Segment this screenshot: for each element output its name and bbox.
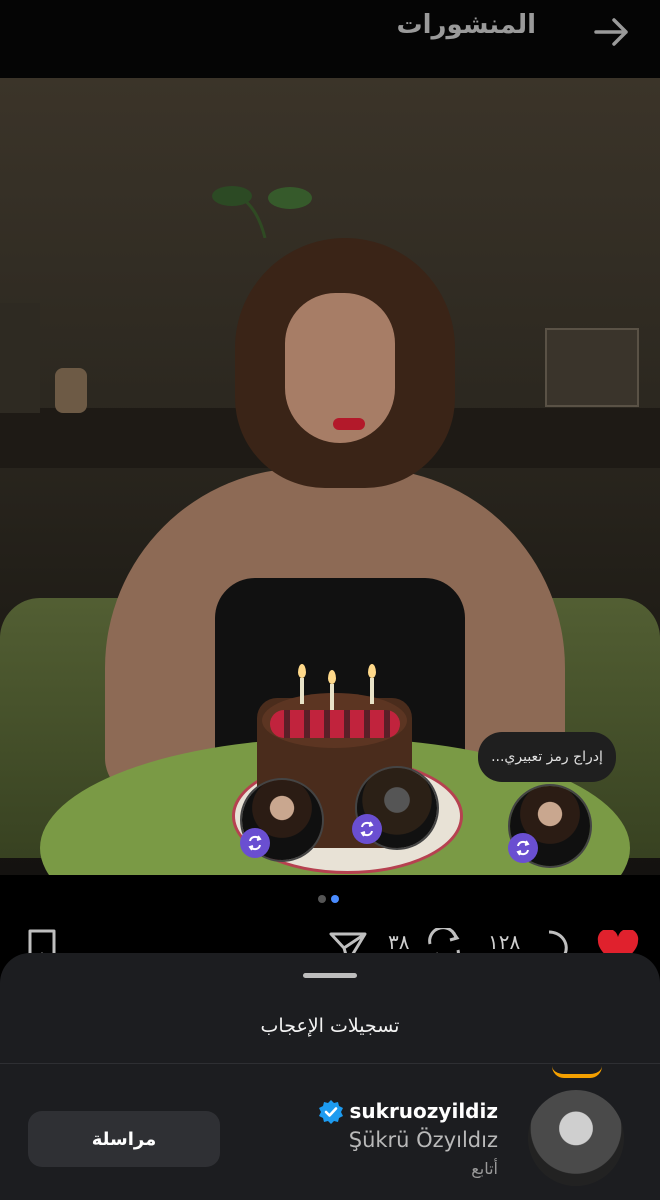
verified-badge-icon <box>319 1100 343 1124</box>
follow-status: أتابع <box>471 1159 498 1178</box>
plant <box>212 186 312 238</box>
emoji-prompt-bubble[interactable]: إدراج رمز تعبيري... <box>478 732 616 782</box>
candle <box>330 684 334 710</box>
carousel-indicator <box>318 895 348 905</box>
comment-count: ١٢٨ <box>488 930 521 954</box>
repost-badge-icon <box>508 833 538 863</box>
carousel-dot-active <box>331 895 339 903</box>
page-title: المنشورات <box>396 10 536 40</box>
candle-flame <box>368 664 376 678</box>
top-bar: المنشورات <box>0 0 660 78</box>
repost-arrows-icon <box>516 840 530 856</box>
cake-berries <box>270 710 400 738</box>
repost-badge-icon <box>352 814 382 844</box>
candle <box>300 678 304 704</box>
repost-count: ٣٨ <box>388 930 410 954</box>
candle-flame <box>298 664 306 678</box>
scroll-edge-indicator <box>552 1066 602 1078</box>
carousel-dot <box>318 895 326 903</box>
likes-sheet: تسجيلات الإعجاب sukruozyildiz Şükrü Özyı… <box>0 953 660 1200</box>
message-button[interactable]: مراسلة <box>28 1111 220 1167</box>
username[interactable]: sukruozyildiz <box>350 1099 499 1123</box>
repost-arrows-icon <box>360 821 374 837</box>
sheet-divider <box>0 1063 660 1064</box>
display-name: Şükrü Özyıldız <box>348 1128 498 1152</box>
lamp <box>0 303 40 413</box>
candle <box>370 678 374 704</box>
repost-badge-icon <box>240 828 270 858</box>
avatar[interactable] <box>528 1090 624 1186</box>
sheet-drag-handle[interactable] <box>303 973 357 978</box>
reed-diffuser <box>545 328 639 407</box>
candle-flame <box>328 670 336 684</box>
arrow-right-icon[interactable] <box>592 14 632 50</box>
flower-vase <box>55 368 87 413</box>
lips <box>333 418 365 430</box>
repost-arrows-icon <box>248 835 262 851</box>
sheet-title: تسجيلات الإعجاب <box>260 1015 400 1037</box>
